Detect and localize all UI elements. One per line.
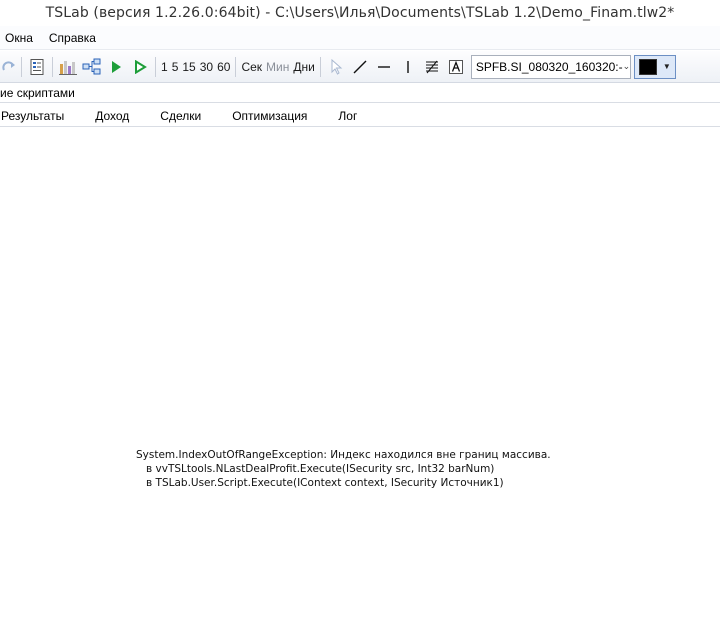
tab-income[interactable]: Доход xyxy=(95,109,129,123)
dropdown-arrow-icon: ▼ xyxy=(662,62,671,71)
error-line: в TSLab.User.Script.Execute(IContext con… xyxy=(136,477,504,489)
trend-line-icon[interactable] xyxy=(348,55,372,79)
error-line: System.IndexOutOfRangeException: Индекс … xyxy=(136,449,551,461)
cursor-icon[interactable] xyxy=(324,55,348,79)
menu-windows[interactable]: Окна xyxy=(0,31,38,45)
menu-help[interactable]: Справка xyxy=(44,31,101,45)
error-line: в vvTSLtools.NLastDealProfit.Execute(ISe… xyxy=(136,463,495,475)
security-select-value: SPFB.SI_080320_160320:- xyxy=(475,59,623,74)
interval-15[interactable]: 15 xyxy=(180,60,197,74)
diagram-icon[interactable] xyxy=(80,55,104,79)
interval-5[interactable]: 5 xyxy=(170,60,181,74)
tab-optimization[interactable]: Оптимизация xyxy=(232,109,307,123)
fibonacci-icon[interactable] xyxy=(420,55,444,79)
toolbar-separator xyxy=(235,56,237,77)
tab-deals[interactable]: Сделки xyxy=(160,109,201,123)
interval-60[interactable]: 60 xyxy=(215,60,232,74)
tab-results[interactable]: Результаты xyxy=(1,109,64,123)
interval-30[interactable]: 30 xyxy=(198,60,215,74)
main-toolbar: 1 5 15 30 60 Сек Мин Дни SPFB.SI_080320_… xyxy=(0,51,720,83)
unit-seconds[interactable]: Сек xyxy=(239,60,264,74)
window-title: TSLab (версия 1.2.26.0:64bit) - C:\Users… xyxy=(45,5,675,21)
toolbar-separator xyxy=(155,56,156,77)
scripts-bar: ие скриптами xyxy=(0,83,720,103)
error-message: System.IndexOutOfRangeException: Индекс … xyxy=(136,448,551,490)
unit-minutes[interactable]: Мин xyxy=(264,60,291,74)
results-panel: System.IndexOutOfRangeException: Индекс … xyxy=(0,128,720,630)
color-picker[interactable]: ▼ xyxy=(633,54,676,79)
redo-icon[interactable] xyxy=(0,55,18,79)
tab-bar: Результаты Доход Сделки Оптимизация Лог xyxy=(0,105,720,127)
color-swatch xyxy=(638,58,657,75)
play-icon[interactable] xyxy=(104,55,128,79)
tab-log[interactable]: Лог xyxy=(338,109,357,123)
text-label-icon[interactable] xyxy=(444,55,468,79)
play-outline-icon[interactable] xyxy=(128,55,152,79)
chart-icon[interactable] xyxy=(56,55,80,79)
interval-1[interactable]: 1 xyxy=(159,60,170,74)
toolbar-separator xyxy=(21,56,22,77)
toolbar-separator xyxy=(52,56,53,77)
toolbar-separator xyxy=(319,56,321,77)
vertical-line-icon[interactable] xyxy=(396,55,420,79)
security-select[interactable]: SPFB.SI_080320_160320:- ⌄ xyxy=(470,54,631,79)
chevron-down-icon: ⌄ xyxy=(622,61,631,71)
menu-bar: Окна Справка xyxy=(0,26,720,50)
properties-icon[interactable] xyxy=(25,55,49,79)
horizontal-line-icon[interactable] xyxy=(372,55,396,79)
unit-days[interactable]: Дни xyxy=(291,60,316,74)
title-bar: TSLab (версия 1.2.26.0:64bit) - C:\Users… xyxy=(0,0,720,26)
scripts-bar-label[interactable]: ие скриптами xyxy=(0,86,75,100)
